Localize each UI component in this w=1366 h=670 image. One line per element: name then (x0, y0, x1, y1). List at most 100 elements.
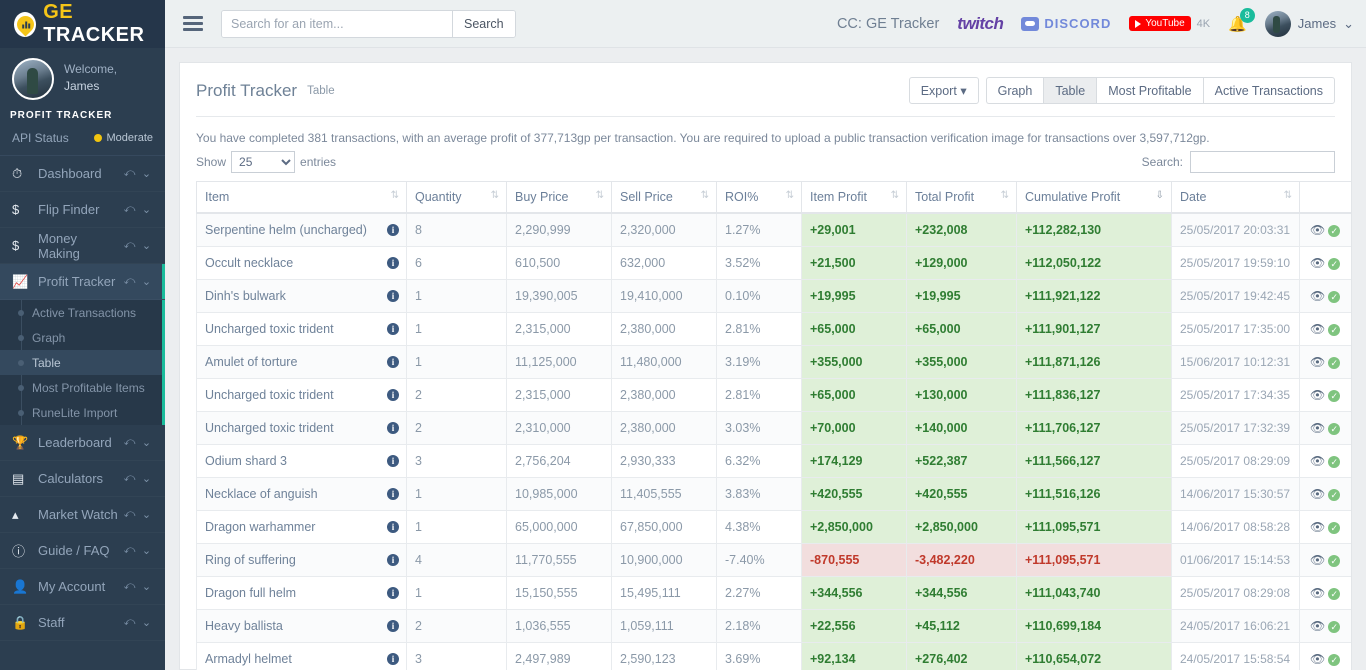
youtube-icon[interactable]: YouTube 4K (1129, 16, 1210, 31)
arrow-share-icon[interactable]: ⤺ (121, 275, 138, 288)
arrow-share-icon[interactable]: ⤺ (121, 436, 138, 449)
table-row[interactable]: Necklace of anguish i 1 10,985,000 11,405,55… (196, 477, 1351, 511)
check-circle-icon[interactable]: ✓ (1328, 653, 1341, 666)
chevron-down-icon[interactable]: ⌄ (138, 508, 155, 521)
table-row[interactable]: Occult necklace i 6 610,500 632,000 3.52% +21,… (196, 246, 1351, 280)
sidebar-item-my-account[interactable]: 👤 My Account ⤺ ⌄ (0, 569, 165, 605)
info-circle-icon[interactable]: i (387, 620, 399, 632)
table-row[interactable]: Dinh's bulwark i 1 19,390,005 19,410,000 0.10… (196, 279, 1351, 313)
notifications-button[interactable]: 🔔 8 (1228, 7, 1255, 33)
sidebar-item-runelite-import[interactable]: RuneLite Import (0, 400, 165, 425)
col-date[interactable]: Date ⇅ (1171, 181, 1300, 214)
info-circle-icon[interactable]: i (387, 521, 399, 533)
sidebar-profile[interactable]: Welcome, James (0, 48, 165, 108)
info-circle-icon[interactable]: i (387, 422, 399, 434)
arrow-share-icon[interactable]: ⤺ (121, 167, 138, 180)
col-item-profit[interactable]: Item Profit ⇅ (801, 181, 907, 214)
sidebar-item-most-profitable-items[interactable]: Most Profitable Items (0, 375, 165, 400)
check-circle-icon[interactable]: ✓ (1328, 323, 1341, 336)
check-circle-icon[interactable]: ✓ (1328, 620, 1341, 633)
info-circle-icon[interactable]: i (387, 653, 399, 665)
table-row[interactable]: Uncharged toxic trident i 1 2,315,000 2,380,… (196, 312, 1351, 346)
check-circle-icon[interactable]: ✓ (1328, 422, 1341, 435)
sidebar-item-staff[interactable]: 🔒 Staff ⤺ ⌄ (0, 605, 165, 641)
col-total-profit[interactable]: Total Profit ⇅ (906, 181, 1017, 214)
check-circle-icon[interactable]: ✓ (1328, 257, 1341, 270)
eye-icon[interactable]: 👁 (1310, 586, 1325, 600)
sidebar-item-guide-faq[interactable]: ⓘ Guide / FAQ ⤺ ⌄ (0, 533, 165, 569)
page-length-select[interactable]: 10 25 50 100 (231, 151, 296, 173)
table-row[interactable]: Dragon full helm i 1 15,150,555 15,495,111 2.… (196, 576, 1351, 610)
table-search-input[interactable] (1190, 151, 1335, 173)
info-circle-icon[interactable]: i (387, 356, 399, 368)
tab-graph[interactable]: Graph (985, 77, 1044, 104)
arrow-share-icon[interactable]: ⤺ (121, 544, 138, 557)
table-row[interactable]: Dragon warhammer i 1 65,000,000 67,850,000 4.… (196, 510, 1351, 544)
info-circle-icon[interactable]: i (387, 389, 399, 401)
arrow-share-icon[interactable]: ⤺ (121, 508, 138, 521)
export-button[interactable]: Export ▾ (908, 77, 979, 104)
check-circle-icon[interactable]: ✓ (1328, 554, 1341, 567)
info-circle-icon[interactable]: i (387, 257, 399, 269)
info-circle-icon[interactable]: i (387, 290, 399, 302)
check-circle-icon[interactable]: ✓ (1328, 389, 1341, 402)
info-circle-icon[interactable]: i (387, 455, 399, 467)
check-circle-icon[interactable]: ✓ (1328, 224, 1341, 237)
table-row[interactable]: Serpentine helm (uncharged) i 8 2,290,999 2,… (196, 212, 1351, 247)
arrow-share-icon[interactable]: ⤺ (121, 203, 138, 216)
table-row[interactable]: Uncharged toxic trident i 2 2,315,000 2,380,… (196, 378, 1351, 412)
table-row[interactable]: Ring of suffering i 4 11,770,555 10,900,000-… (196, 543, 1351, 577)
chevron-down-icon[interactable]: ⌄ (138, 616, 155, 629)
sidebar-item-profit-tracker[interactable]: 📈 Profit Tracker ⤺ ⌄ (0, 264, 165, 300)
eye-icon[interactable]: 👁 (1310, 289, 1325, 303)
sidebar-item-money-making[interactable]: $ Money Making ⤺ ⌄ (0, 228, 165, 264)
col-actions[interactable]: ⇅ (1299, 181, 1351, 214)
eye-icon[interactable]: 👁 (1310, 454, 1325, 468)
chevron-down-icon[interactable]: ⌄ (138, 436, 155, 449)
sidebar-item-flip-finder[interactable]: $ Flip Finder ⤺ ⌄ (0, 192, 165, 228)
tab-most-profitable[interactable]: Most Profitable (1096, 77, 1203, 104)
eye-icon[interactable]: 👁 (1310, 256, 1325, 270)
eye-icon[interactable]: 👁 (1310, 322, 1325, 336)
eye-icon[interactable]: 👁 (1310, 388, 1325, 402)
check-circle-icon[interactable]: ✓ (1328, 356, 1341, 369)
eye-icon[interactable]: 👁 (1310, 487, 1325, 501)
col-roi[interactable]: ROI% ⇅ (716, 181, 802, 214)
sidebar-item-market-watch[interactable]: ▴ Market Watch ⤺ ⌄ (0, 497, 165, 533)
chevron-down-icon[interactable]: ⌄ (138, 544, 155, 557)
info-circle-icon[interactable]: i (387, 587, 399, 599)
col-cumulative-profit[interactable]: Cumulative Profit ⇩ (1016, 181, 1172, 214)
sidebar-item-graph[interactable]: Graph (0, 325, 165, 350)
info-circle-icon[interactable]: i (387, 323, 399, 335)
table-row[interactable]: Uncharged toxic trident i 2 2,310,000 2,380,… (196, 411, 1351, 445)
info-circle-icon[interactable]: i (387, 554, 399, 566)
chevron-down-icon[interactable]: ⌄ (138, 472, 155, 485)
check-circle-icon[interactable]: ✓ (1328, 521, 1341, 534)
eye-icon[interactable]: 👁 (1310, 223, 1325, 237)
col-sell-price[interactable]: Sell Price ⇅ (611, 181, 717, 214)
search-input[interactable] (222, 10, 452, 37)
chevron-down-icon[interactable]: ⌄ (138, 167, 155, 180)
col-buy-price[interactable]: Buy Price ⇅ (506, 181, 612, 214)
arrow-share-icon[interactable]: ⤺ (121, 580, 138, 593)
chevron-down-icon[interactable]: ⌄ (138, 203, 155, 216)
check-circle-icon[interactable]: ✓ (1328, 290, 1341, 303)
hamburger-menu-icon[interactable] (179, 12, 207, 35)
tab-active-transactions[interactable]: Active Transactions (1202, 77, 1335, 104)
chevron-down-icon[interactable]: ⌄ (138, 580, 155, 593)
eye-icon[interactable]: 👁 (1310, 553, 1325, 567)
col-item[interactable]: Item ⇅ (196, 181, 407, 214)
sidebar-item-active-transactions[interactable]: Active Transactions (0, 300, 165, 325)
sidebar-item-table[interactable]: Table (0, 350, 165, 375)
tab-table[interactable]: Table (1043, 77, 1097, 104)
sidebar-item-leaderboard[interactable]: 🏆 Leaderboard ⤺ ⌄ (0, 425, 165, 461)
sidebar-item-dashboard[interactable]: ⏱ Dashboard ⤺ ⌄ (0, 156, 165, 192)
twitch-icon[interactable]: twitch (957, 14, 1004, 34)
discord-icon[interactable]: DISCORD (1021, 16, 1111, 31)
arrow-share-icon[interactable]: ⤺ (121, 472, 138, 485)
arrow-share-icon[interactable]: ⤺ (121, 616, 138, 629)
check-circle-icon[interactable]: ✓ (1328, 488, 1341, 501)
table-row[interactable]: Amulet of torture i 1 11,125,000 11,480,000 3… (196, 345, 1351, 379)
chevron-down-icon[interactable]: ⌄ (138, 275, 155, 288)
info-circle-icon[interactable]: i (387, 224, 399, 236)
